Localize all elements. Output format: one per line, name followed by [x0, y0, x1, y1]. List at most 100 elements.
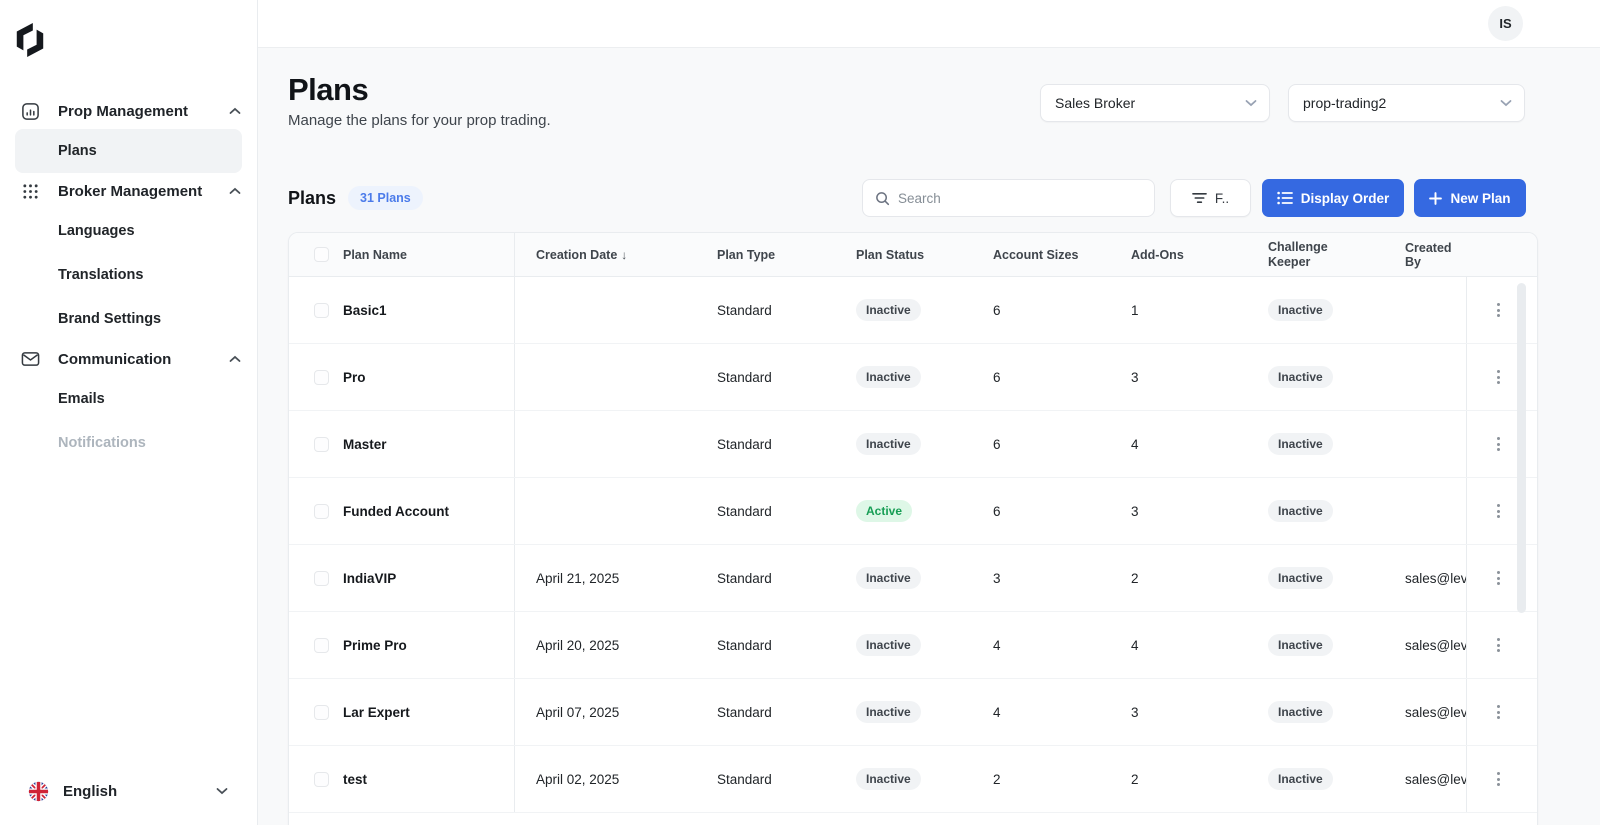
plan-status-badge: Inactive — [856, 299, 921, 321]
column-header-creation-date[interactable]: Creation Date↓ — [515, 233, 696, 276]
sidebar-item-label: Brand Settings — [58, 311, 161, 327]
row-checkbox[interactable] — [314, 370, 329, 385]
logo-icon — [13, 20, 47, 60]
kebab-menu-icon[interactable] — [1493, 366, 1504, 388]
plan-name-cell: IndiaVIP — [343, 571, 396, 586]
table-row[interactable]: Master Standard Inactive 6 4 Inactive — [289, 411, 1537, 478]
search-input[interactable] — [898, 191, 1142, 206]
add-ons-cell: 3 — [1110, 679, 1247, 745]
table-row[interactable]: Pro Standard Inactive 6 3 Inactive — [289, 344, 1537, 411]
chevron-up-icon — [229, 107, 241, 115]
kebab-menu-icon[interactable] — [1493, 768, 1504, 790]
table-row[interactable]: test April 02, 2025 Standard Inactive 2 … — [289, 746, 1537, 813]
column-header-challenge-keeper[interactable]: Challenge Keeper — [1247, 233, 1384, 276]
plan-status-badge: Inactive — [856, 366, 921, 388]
column-header-add-ons[interactable]: Add-Ons — [1110, 233, 1247, 276]
row-checkbox[interactable] — [314, 504, 329, 519]
select-all-checkbox[interactable] — [314, 247, 329, 262]
kebab-menu-icon[interactable] — [1493, 299, 1504, 321]
table-scrollbar[interactable] — [1517, 283, 1526, 613]
broker-select[interactable]: Sales Broker — [1040, 84, 1270, 122]
challenge-keeper-badge: Inactive — [1268, 768, 1333, 790]
plan-type-cell: Standard — [696, 679, 835, 745]
sidebar-item-brand-settings[interactable]: Brand Settings — [15, 297, 242, 341]
table-row[interactable]: Funded Account Standard Active 6 3 Inact… — [289, 478, 1537, 545]
plan-status-badge: Inactive — [856, 701, 921, 723]
chevron-up-icon — [229, 187, 241, 195]
row-checkbox[interactable] — [314, 571, 329, 586]
row-checkbox[interactable] — [314, 705, 329, 720]
sidebar-item-translations[interactable]: Translations — [15, 253, 242, 297]
column-header-plan-status[interactable]: Plan Status — [835, 233, 972, 276]
column-header-plan-type[interactable]: Plan Type — [696, 233, 835, 276]
user-avatar[interactable]: IS — [1488, 6, 1523, 41]
sidebar-item-plans[interactable]: Plans — [15, 129, 242, 173]
plan-name-cell: Pro — [343, 370, 366, 385]
table-row[interactable]: Prime Pro April 20, 2025 Standard Inacti… — [289, 612, 1537, 679]
challenge-keeper-badge: Inactive — [1268, 299, 1333, 321]
table-title-row: Plans 31 Plans — [288, 179, 423, 217]
plan-status-badge: Active — [856, 500, 912, 522]
challenge-keeper-badge: Inactive — [1268, 701, 1333, 723]
table-row[interactable]: Basic1 Standard Inactive 6 1 Inactive — [289, 277, 1537, 344]
search-box[interactable] — [862, 179, 1155, 217]
add-ons-cell: 2 — [1110, 746, 1247, 812]
table-row[interactable]: Lar Expert April 07, 2025 Standard Inact… — [289, 679, 1537, 746]
row-checkbox[interactable] — [314, 638, 329, 653]
search-icon — [875, 191, 890, 206]
page-subtitle: Manage the plans for your prop trading. — [288, 112, 551, 129]
chevron-down-icon — [1245, 99, 1257, 107]
plan-name-cell: Lar Expert — [343, 705, 410, 720]
row-checkbox[interactable] — [314, 772, 329, 787]
filter-icon — [1192, 192, 1207, 204]
sidebar-section-prop-management[interactable]: Prop Management — [0, 93, 257, 129]
column-header-account-sizes[interactable]: Account Sizes — [972, 233, 1110, 276]
sidebar-section-broker-management[interactable]: Broker Management — [0, 173, 257, 209]
account-sizes-cell: 6 — [972, 411, 1110, 477]
sidebar-item-label: Languages — [58, 223, 135, 239]
sidebar-section-label: Communication — [58, 351, 229, 368]
kebab-menu-icon[interactable] — [1493, 500, 1504, 522]
sidebar-item-notifications[interactable]: Notifications — [15, 421, 242, 465]
display-order-button[interactable]: Display Order — [1262, 179, 1404, 217]
row-checkbox[interactable] — [314, 303, 329, 318]
column-header-plan-name[interactable]: Plan Name — [343, 248, 407, 262]
plus-icon — [1429, 192, 1442, 205]
challenge-keeper-badge: Inactive — [1268, 567, 1333, 589]
account-sizes-cell: 4 — [972, 612, 1110, 678]
column-header-created-by[interactable]: Created By — [1384, 233, 1466, 276]
table-section-title: Plans — [288, 188, 336, 209]
created-by-cell: sales@leve — [1384, 746, 1466, 812]
sidebar-item-label: Emails — [58, 391, 105, 407]
table-header-row: Plan Name Creation Date↓ Plan Type Plan … — [289, 233, 1537, 277]
account-sizes-cell: 4 — [972, 679, 1110, 745]
challenge-keeper-badge: Inactive — [1268, 433, 1333, 455]
list-icon — [1277, 191, 1293, 205]
plan-name-cell: Basic1 — [343, 303, 387, 318]
sidebar-section-communication[interactable]: Communication — [0, 341, 257, 377]
sidebar-item-languages[interactable]: Languages — [15, 209, 242, 253]
brand-select-value: prop-trading2 — [1303, 95, 1500, 111]
chevron-down-icon — [1500, 99, 1512, 107]
kebab-menu-icon[interactable] — [1493, 701, 1504, 723]
kebab-menu-icon[interactable] — [1493, 433, 1504, 455]
uk-flag-icon — [28, 781, 49, 802]
sidebar-item-emails[interactable]: Emails — [15, 377, 242, 421]
language-selector[interactable]: English — [0, 771, 258, 811]
sidebar-section-label: Prop Management — [58, 103, 229, 120]
add-ons-cell: 4 — [1110, 612, 1247, 678]
brand-select[interactable]: prop-trading2 — [1288, 84, 1525, 122]
creation-date-cell — [515, 411, 696, 477]
kebab-menu-icon[interactable] — [1493, 567, 1504, 589]
column-header-actions — [1466, 233, 1537, 276]
plan-name-cell: Funded Account — [343, 504, 449, 519]
table-row[interactable]: IndiaVIP April 21, 2025 Standard Inactiv… — [289, 545, 1537, 612]
row-checkbox[interactable] — [314, 437, 329, 452]
new-plan-button[interactable]: New Plan — [1414, 179, 1526, 217]
creation-date-cell: April 07, 2025 — [515, 679, 696, 745]
filter-button[interactable]: F.. — [1170, 179, 1251, 217]
add-ons-cell: 2 — [1110, 545, 1247, 611]
app-logo[interactable] — [0, 0, 257, 65]
kebab-menu-icon[interactable] — [1493, 634, 1504, 656]
chevron-down-icon — [216, 787, 228, 795]
